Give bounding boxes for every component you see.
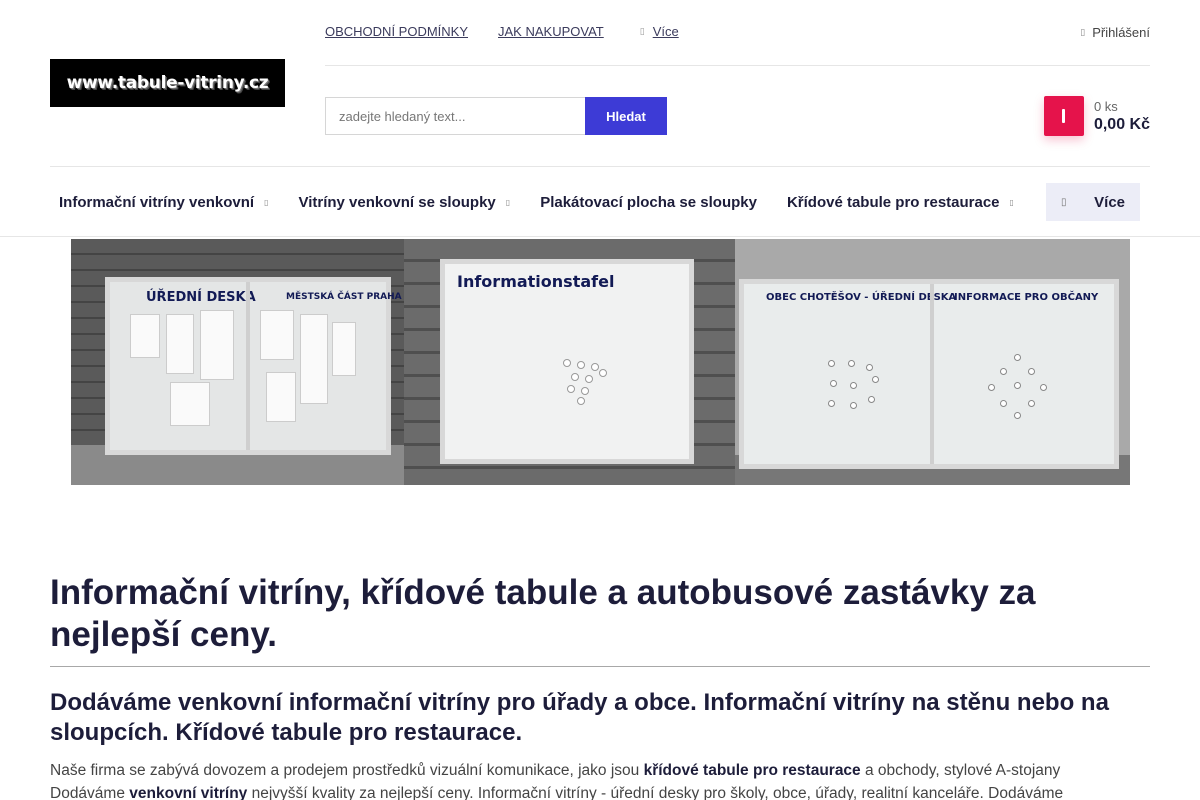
posted-sheet — [332, 322, 356, 376]
magnet — [585, 375, 593, 383]
header-divider — [325, 65, 1150, 66]
magnet — [563, 359, 571, 367]
magnet — [848, 360, 855, 367]
top-more[interactable]: ▯ Více — [640, 24, 679, 39]
magnet — [1028, 400, 1035, 407]
cart-icon — [1062, 109, 1066, 123]
magnet — [591, 363, 599, 371]
magnet — [866, 364, 873, 371]
intro-text: Dodáváme — [50, 785, 130, 800]
magnet — [988, 384, 995, 391]
intro-text: nejvyšší kvality za nejlepší ceny. Infor… — [247, 785, 1064, 800]
cart-count: 0 ks — [1093, 98, 1118, 114]
posted-sheet — [300, 314, 328, 404]
intro-highlight: křídové tabule pro restaurace — [643, 762, 861, 779]
display-case: ÚŘEDNÍ DESKA MĚSTSKÁ ČÁST PRAHA 9 — [105, 277, 404, 455]
dots-icon: ▯ — [639, 26, 645, 36]
hero-banner[interactable]: ÚŘEDNÍ DESKA MĚSTSKÁ ČÁST PRAHA 9 Inform… — [71, 239, 1130, 485]
cart-price: 0,00 Kč — [1093, 115, 1150, 133]
nav-item-informacni-vitriny[interactable]: Informační vitríny venkovní ▯ — [59, 194, 268, 211]
nav-more-button[interactable]: ▯ Více — [1046, 183, 1140, 221]
site-logo[interactable]: www.tabule-vitriny.cz — [50, 59, 285, 107]
search-input[interactable] — [325, 97, 585, 135]
chevron-down-icon: ▯ — [505, 197, 511, 207]
menu-icon: ▯ — [1061, 196, 1067, 208]
cart-button[interactable] — [1043, 96, 1084, 136]
page-subtitle: Dodáváme venkovní informační vitríny pro… — [50, 689, 1109, 746]
magnet — [1014, 412, 1021, 419]
nav-item-kridove-tabule[interactable]: Křídové tabule pro restaurace ▯ — [787, 194, 1014, 211]
search-button[interactable]: Hledat — [585, 97, 667, 135]
intro-highlight: venkovní vitríny — [129, 785, 248, 800]
intro-text: Naše firma se zabývá dovozem a prodejem … — [50, 762, 644, 779]
posted-sheet — [166, 314, 194, 374]
magnet — [828, 400, 835, 407]
main-nav: Informační vitríny venkovní ▯ Vitríny ve… — [59, 186, 1044, 218]
magnet — [567, 385, 575, 393]
search-form: Hledat — [325, 97, 667, 135]
page-title: Informační vitríny, křídové tabule a aut… — [50, 573, 1036, 654]
case-divider — [930, 284, 934, 464]
nav-item-label: Vitríny venkovní se sloupky — [298, 193, 496, 211]
case-header: OBEC CHOTĚŠOV - ÚŘEDNÍ DESKA — [766, 292, 957, 303]
intro-paragraph: Naše firma se zabývá dovozem a prodejem … — [50, 759, 1150, 800]
magnet — [872, 376, 879, 383]
user-icon: ▯ — [1080, 27, 1086, 37]
magnet — [577, 397, 585, 405]
magnet — [577, 361, 585, 369]
nav-item-vitriny-se-sloupky[interactable]: Vitríny venkovní se sloupky ▯ — [298, 194, 510, 211]
case-header: ÚŘEDNÍ DESKA — [146, 290, 256, 305]
case-divider — [246, 282, 250, 450]
magnet — [1028, 368, 1035, 375]
display-case: OBEC CHOTĚŠOV - ÚŘEDNÍ DESKA INFORMACE P… — [739, 279, 1119, 469]
case-header: MĚSTSKÁ ČÁST PRAHA 9 — [286, 292, 404, 302]
login-label: Přihlášení — [1092, 25, 1150, 40]
title-divider — [50, 666, 1150, 667]
magnet — [571, 373, 579, 381]
logo-text: www.tabule-vitriny.cz — [66, 73, 269, 93]
magnet — [850, 402, 857, 409]
nav-more-label: Více — [1094, 193, 1125, 211]
magnet — [1014, 382, 1021, 389]
magnet — [868, 396, 875, 403]
banner-photo-uredni-deska: ÚŘEDNÍ DESKA MĚSTSKÁ ČÁST PRAHA 9 — [71, 239, 404, 485]
intro-text: a obchody, stylové A-stojany — [860, 762, 1061, 779]
cart-widget[interactable]: 0 ks 0,00 Kč — [1043, 96, 1150, 136]
posted-sheet — [260, 310, 294, 360]
magnet — [828, 360, 835, 367]
magnet — [1014, 354, 1021, 361]
magnet — [830, 380, 837, 387]
posted-sheet — [170, 382, 210, 426]
top-links: OBCHODNÍ PODMÍNKY JAK NAKUPOVAT ▯ Více — [325, 24, 679, 39]
display-case: Informationstafel — [440, 259, 694, 464]
case-header: INFORMACE PRO OBČANY — [954, 292, 1099, 303]
nav-item-plakatovaci-plocha[interactable]: Plakátovací plocha se sloupky — [540, 194, 757, 211]
link-jak-nakupovat[interactable]: JAK NAKUPOVAT — [498, 24, 604, 39]
posted-sheet — [266, 372, 296, 422]
chevron-down-icon: ▯ — [1009, 197, 1014, 207]
nav-item-label: Plakátovací plocha se sloupky — [540, 193, 757, 211]
cart-info: 0 ks 0,00 Kč — [1094, 99, 1150, 134]
banner-photo-informationstafel: Informationstafel — [404, 239, 735, 485]
magnet — [599, 369, 607, 377]
magnet — [1040, 384, 1047, 391]
magnet — [581, 387, 589, 395]
case-header: Informationstafel — [457, 272, 615, 291]
nav-bottom-divider — [0, 236, 1200, 237]
link-obchodni-podminky[interactable]: OBCHODNÍ PODMÍNKY — [325, 24, 468, 39]
banner-photo-chotesov: OBEC CHOTĚŠOV - ÚŘEDNÍ DESKA INFORMACE P… — [735, 239, 1130, 485]
magnet-group — [563, 359, 613, 409]
posted-sheet — [200, 310, 234, 380]
nav-item-label: Křídové tabule pro restaurace — [786, 193, 1000, 211]
top-more-link[interactable]: Více — [653, 24, 679, 39]
magnet — [850, 382, 857, 389]
magnet — [1000, 368, 1007, 375]
chevron-down-icon: ▯ — [264, 197, 269, 207]
login-link[interactable]: ▯ Přihlášení — [1080, 25, 1150, 40]
posted-sheet — [130, 314, 160, 358]
nav-item-label: Informační vitríny venkovní — [59, 193, 255, 211]
nav-top-divider — [50, 166, 1150, 167]
magnet — [1000, 400, 1007, 407]
